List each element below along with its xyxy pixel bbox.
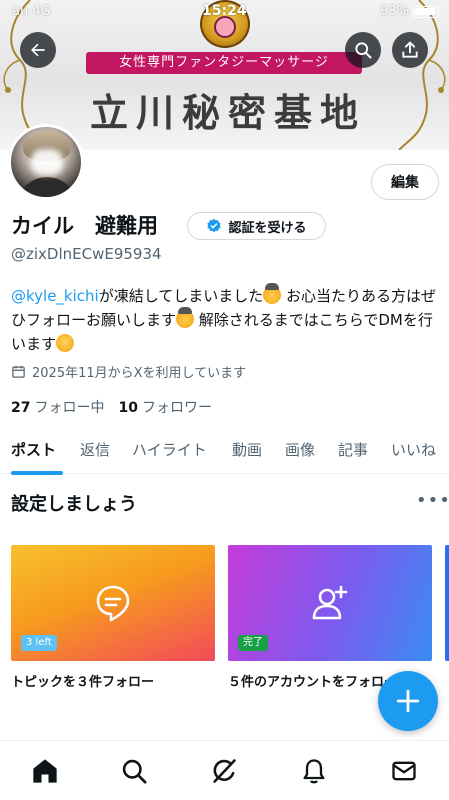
more-options-icon[interactable]: ••• bbox=[416, 490, 449, 511]
clock: 15:24 bbox=[202, 3, 247, 19]
setup-card-follow-label: ５件のアカウントをフォロー bbox=[228, 675, 398, 690]
followers-link[interactable]: 10 フォロワー bbox=[118, 400, 211, 416]
setup-card-topics-label: トピックを３件フォロー bbox=[11, 675, 155, 690]
bio-mention-link[interactable]: @kyle_kichi bbox=[11, 287, 99, 305]
completed-badge: 完了 bbox=[238, 635, 268, 651]
get-verified-button[interactable]: 認証を受ける bbox=[187, 212, 326, 240]
joined-date: 2025年11月からXを利用しています bbox=[11, 362, 246, 381]
banner-strip-text: 女性専門ファンタジーマッサージ bbox=[86, 52, 362, 74]
nav-messages[interactable] bbox=[390, 757, 418, 785]
compose-button[interactable] bbox=[378, 671, 438, 731]
following-label: フォロー中 bbox=[34, 400, 105, 416]
setup-card-peek[interactable] bbox=[445, 545, 449, 661]
compose-plus-icon bbox=[396, 689, 420, 713]
following-link[interactable]: 27 フォロー中 bbox=[11, 400, 104, 416]
bio-text-1: が凍結してしまいました bbox=[98, 287, 264, 305]
battery-percent: 93% bbox=[380, 4, 409, 19]
search-icon bbox=[355, 42, 372, 59]
messages-icon bbox=[392, 761, 416, 781]
nav-home[interactable] bbox=[31, 757, 59, 785]
profile-bio: @kyle_kichiが凍結してしまいました お心当たりある方はぜひフォローお願… bbox=[11, 283, 441, 356]
smile-emoji-icon bbox=[56, 334, 75, 352]
back-button[interactable] bbox=[20, 32, 56, 68]
followers-count: 10 bbox=[118, 400, 138, 416]
back-arrow-icon bbox=[31, 43, 45, 57]
user-handle: @zixDlnECwE95934 bbox=[11, 245, 162, 263]
nav-grok[interactable] bbox=[210, 757, 238, 785]
nav-notifications[interactable] bbox=[300, 757, 328, 785]
tab-images[interactable]: 画像 bbox=[285, 439, 315, 460]
follow-stats: 27 フォロー中 10 フォロワー bbox=[11, 397, 212, 417]
active-tab-indicator bbox=[11, 471, 63, 475]
carrier-label: au 4G bbox=[12, 4, 51, 19]
topics-remaining-badge: 3 left bbox=[21, 635, 57, 651]
setup-section-title: 設定しましょう bbox=[11, 494, 137, 515]
get-verified-label: 認証を受ける bbox=[228, 220, 307, 236]
profile-tabs: ポスト 返信 ハイライト 動画 画像 記事 いいね bbox=[0, 428, 449, 475]
topic-bubble-icon bbox=[96, 585, 130, 622]
avatar[interactable] bbox=[8, 124, 84, 200]
verified-badge-icon bbox=[207, 218, 222, 233]
sweat-emoji-icon bbox=[263, 283, 282, 304]
tab-articles[interactable]: 記事 bbox=[338, 439, 368, 460]
notifications-icon bbox=[303, 759, 325, 784]
joined-text: 2025年11月からXを利用しています bbox=[32, 366, 247, 381]
followers-label: フォロワー bbox=[141, 400, 212, 416]
tab-videos[interactable]: 動画 bbox=[232, 439, 262, 460]
edit-profile-button[interactable]: 編集 bbox=[371, 164, 439, 200]
battery-icon bbox=[413, 6, 439, 18]
add-user-icon bbox=[312, 585, 348, 620]
tab-posts[interactable]: ポスト bbox=[11, 439, 56, 460]
bottom-navigation bbox=[0, 740, 449, 800]
banner-title: 立川秘密基地 bbox=[89, 90, 366, 135]
following-count: 27 bbox=[11, 400, 31, 416]
tab-likes[interactable]: いいね bbox=[391, 439, 436, 460]
calendar-icon bbox=[12, 365, 25, 378]
sweat-emoji-icon bbox=[176, 307, 195, 328]
tab-replies[interactable]: 返信 bbox=[80, 439, 110, 460]
setup-card-topics[interactable]: 3 left bbox=[11, 545, 215, 661]
grok-icon bbox=[213, 759, 236, 783]
home-icon bbox=[33, 759, 57, 783]
tab-highlights[interactable]: ハイライト bbox=[132, 439, 207, 460]
display-name: カイル 避難用 bbox=[11, 214, 158, 238]
share-button[interactable] bbox=[392, 32, 428, 68]
nav-search[interactable] bbox=[120, 757, 148, 785]
search-icon bbox=[122, 759, 147, 784]
search-button[interactable] bbox=[345, 32, 381, 68]
share-icon bbox=[402, 41, 418, 58]
status-bar: au 4G 15:24 93% bbox=[0, 0, 449, 24]
setup-card-follow-accounts[interactable]: 完了 bbox=[228, 545, 432, 661]
